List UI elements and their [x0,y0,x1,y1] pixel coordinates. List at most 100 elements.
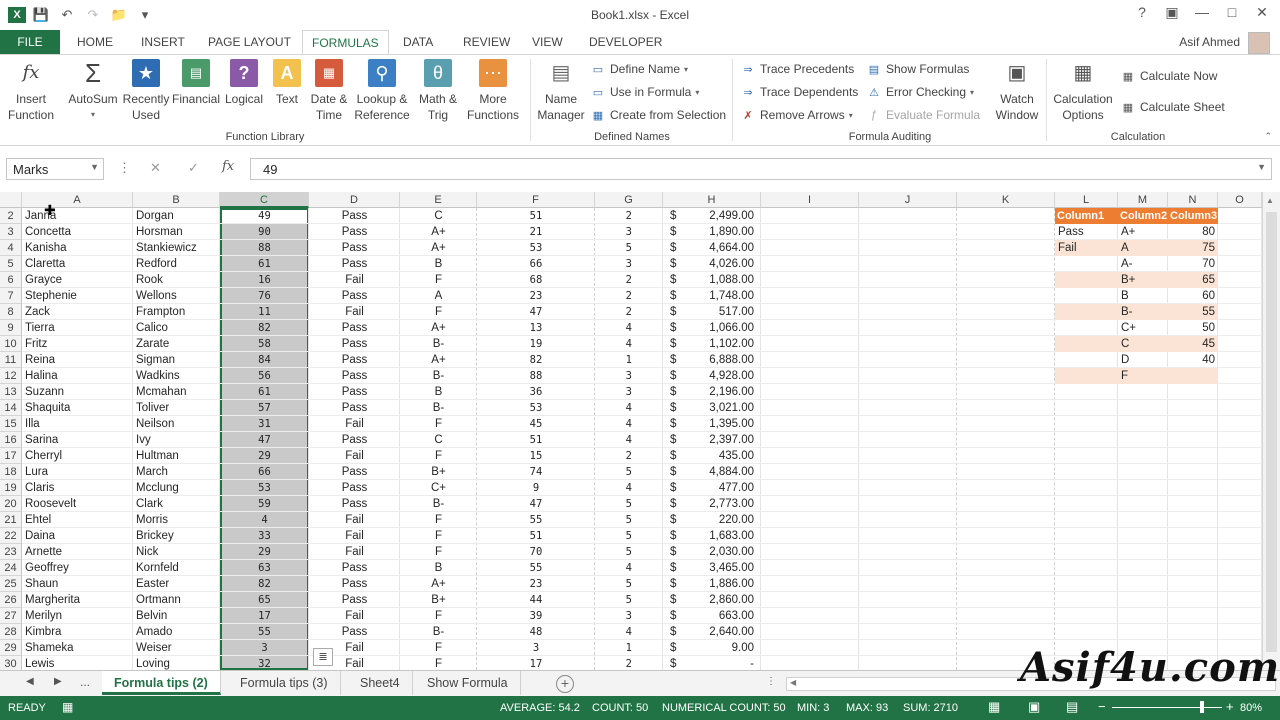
cell-a[interactable]: Illa [22,416,133,432]
cell-e[interactable]: B- [400,496,477,512]
scroll-left-icon[interactable]: ◀ [790,678,796,687]
cell-b[interactable]: Nick [133,544,220,560]
cell-d[interactable]: Pass [309,496,400,512]
cell-f[interactable]: 74 [477,464,595,480]
cell-g[interactable]: 4 [595,320,635,336]
table-cell[interactable]: A- [1118,256,1168,272]
row-header[interactable]: 28 [0,624,22,640]
cell-c[interactable]: 66 [220,464,309,480]
cell-c[interactable]: 32 [220,656,309,670]
create-from-selection-button[interactable]: ▦ Create from Selection [590,106,726,124]
cell-e[interactable]: F [400,416,477,432]
cell-h[interactable]: 435.00 [663,448,757,464]
cell-g[interactable]: 2 [595,288,635,304]
table-cell[interactable]: F [1118,368,1168,384]
column-header-h[interactable]: H [663,192,761,208]
cell-d[interactable]: Pass [309,320,400,336]
column-header-j[interactable]: J [859,192,957,208]
table-cell[interactable]: 65 [1168,272,1218,288]
cell-g[interactable]: 4 [595,416,635,432]
zoom-slider[interactable] [1112,707,1222,708]
tab-home[interactable]: HOME [68,30,122,54]
zoom-slider-thumb[interactable] [1200,701,1204,713]
table-cell[interactable]: 75 [1168,240,1218,256]
cell-a[interactable]: Merilyn [22,608,133,624]
cell-a[interactable]: Zack [22,304,133,320]
cell-g[interactable]: 4 [595,336,635,352]
table-cell[interactable]: 55 [1168,304,1218,320]
cell-e[interactable]: B- [400,624,477,640]
cell-c[interactable]: 56 [220,368,309,384]
cell-f[interactable]: 13 [477,320,595,336]
help-icon[interactable]: ? [1134,4,1150,22]
cell-a[interactable]: Ehtel [22,512,133,528]
cell-d[interactable]: Pass [309,208,400,224]
cell-e[interactable]: B [400,384,477,400]
tab-file[interactable]: FILE [0,30,60,54]
table-header[interactable]: Column1 [1055,208,1118,224]
cell-d[interactable]: Pass [309,624,400,640]
row-header[interactable]: 19 [0,480,22,496]
calculate-sheet-button[interactable]: ▦ Calculate Sheet [1120,98,1225,116]
cell-g[interactable]: 3 [595,256,635,272]
cell-h[interactable]: 2,397.00 [663,432,757,448]
column-header-i[interactable]: I [761,192,859,208]
column-header-c[interactable]: C [220,192,309,208]
cell-b[interactable]: Hultman [133,448,220,464]
add-sheet-button[interactable]: + [556,675,574,693]
cell-g[interactable]: 5 [595,496,635,512]
calculate-now-button[interactable]: ▦ Calculate Now [1120,67,1218,85]
cell-c[interactable]: 31 [220,416,309,432]
cell-g[interactable]: 4 [595,624,635,640]
cell-f[interactable]: 88 [477,368,595,384]
cell-f[interactable]: 82 [477,352,595,368]
zoom-in-icon[interactable]: + [1226,699,1234,714]
cell-h[interactable]: 2,196.00 [663,384,757,400]
chevron-down-icon[interactable]: ▼ [90,162,99,172]
table-cell[interactable] [1055,288,1118,304]
table-cell[interactable]: 70 [1168,256,1218,272]
cell-g[interactable]: 5 [595,576,635,592]
cell-a[interactable]: Shaun [22,576,133,592]
cell-f[interactable]: 66 [477,256,595,272]
maximize-icon[interactable]: □ [1224,4,1240,22]
table-cell[interactable]: 50 [1168,320,1218,336]
cell-e[interactable]: F [400,304,477,320]
table-header[interactable]: Column2 [1118,208,1168,224]
cell-b[interactable]: Zarate [133,336,220,352]
tab-page-layout[interactable]: PAGE LAYOUT [199,30,300,54]
cell-g[interactable]: 2 [595,272,635,288]
cell-h[interactable]: 1,088.00 [663,272,757,288]
name-manager-button[interactable]: ▤ Name Manager [536,59,586,123]
table-cell[interactable] [1055,320,1118,336]
cell-c[interactable]: 53 [220,480,309,496]
row-header[interactable]: 6 [0,272,22,288]
row-header[interactable]: 17 [0,448,22,464]
cell-g[interactable]: 1 [595,352,635,368]
cell-a[interactable]: Kanisha [22,240,133,256]
cell-h[interactable]: 2,773.00 [663,496,757,512]
cell-g[interactable]: 2 [595,656,635,670]
recently-used-button[interactable]: ★ Recently Used [122,59,170,123]
column-header-f[interactable]: F [477,192,595,208]
row-header[interactable]: 7 [0,288,22,304]
trace-precedents-button[interactable]: ⇒ Trace Precedents [740,60,854,78]
cell-a[interactable]: Daina [22,528,133,544]
cell-a[interactable]: Cherryl [22,448,133,464]
cell-d[interactable]: Pass [309,432,400,448]
table-cell[interactable]: Pass [1055,224,1118,240]
cell-b[interactable]: Rook [133,272,220,288]
cell-h[interactable]: 2,499.00 [663,208,757,224]
column-header-k[interactable]: K [957,192,1055,208]
table-cell[interactable]: B- [1118,304,1168,320]
cell-a[interactable]: Grayce [22,272,133,288]
select-all-corner[interactable] [0,192,22,208]
worksheet-grid[interactable]: A B C D E F G H I J K L M N O 2 Janna Dorgan 49 Pass C 51 2 $2,… [0,192,1262,670]
row-header[interactable]: 18 [0,464,22,480]
cell-g[interactable]: 3 [595,384,635,400]
cell-b[interactable]: Weiser [133,640,220,656]
cell-b[interactable]: Sigman [133,352,220,368]
macro-record-icon[interactable]: ▦ [62,700,73,714]
tab-view[interactable]: VIEW [523,30,572,54]
cell-d[interactable]: Fail [309,608,400,624]
